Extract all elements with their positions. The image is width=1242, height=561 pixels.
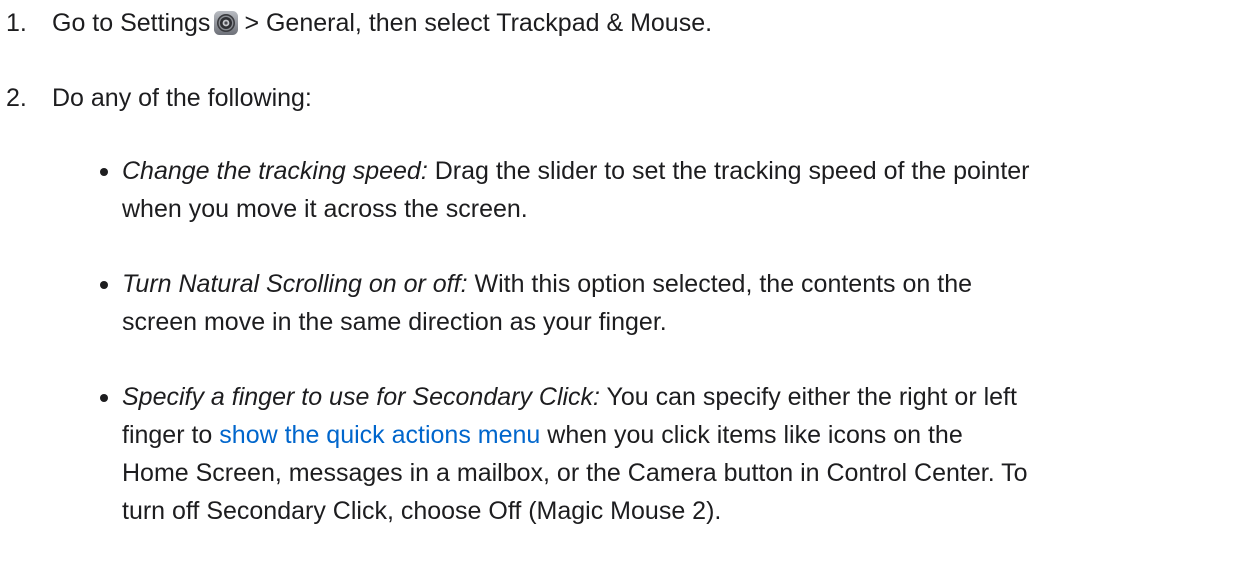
list-item-line: Home Screen, messages in a mailbox, or t…	[122, 459, 1028, 487]
quick-actions-menu-link[interactable]: show the quick actions menu	[219, 421, 540, 449]
bullet-dot	[100, 281, 108, 289]
option-text: With this option selected, the contents …	[474, 270, 973, 298]
option-text: You can specify either the right or left	[606, 383, 1017, 411]
step-text: Do any of the following:	[52, 84, 312, 112]
list-item: Specify a finger to use for Secondary Cl…	[96, 378, 1226, 530]
option-term: Specify a finger to use for Secondary Cl…	[122, 383, 601, 411]
step-number: 1.	[6, 9, 27, 37]
settings-gear-icon	[214, 11, 239, 35]
step-number: 2.	[6, 84, 27, 112]
list-item-line: Specify a finger to use for Secondary Cl…	[122, 378, 1226, 416]
option-term: Change the tracking speed:	[122, 157, 428, 185]
list-item-line: screen move in the same direction as you…	[122, 308, 667, 336]
help-article: 1. Go to Settings > General, then select…	[0, 0, 1242, 561]
step-text: Go to Settings > General, then select Tr…	[52, 4, 712, 42]
step-text-after: > General, then select Trackpad & Mouse.	[244, 9, 713, 37]
option-text: finger to	[122, 421, 213, 449]
list-item-line: Change the tracking speed: Drag the slid…	[122, 152, 1226, 190]
bullet-dot	[100, 394, 108, 402]
list-item-line: turn off Secondary Click, choose Off (Ma…	[122, 497, 722, 525]
step-text-before: Go to Settings	[52, 9, 211, 37]
option-text: Drag the slider to set the tracking spee…	[434, 157, 1030, 185]
option-text: when you click items like icons on the	[547, 421, 963, 449]
option-term: Turn Natural Scrolling on or off:	[122, 270, 468, 298]
bullet-dot	[100, 168, 108, 176]
options-list: Change the tracking speed: Drag the slid…	[96, 152, 1226, 530]
list-item-line: when you move it across the screen.	[122, 195, 528, 223]
list-item-line: finger to show the quick actions menu wh…	[122, 416, 1226, 454]
list-item-line: Turn Natural Scrolling on or off: With t…	[122, 265, 1226, 303]
list-item: Turn Natural Scrolling on or off: With t…	[96, 265, 1226, 341]
list-item: Change the tracking speed: Drag the slid…	[96, 152, 1226, 228]
